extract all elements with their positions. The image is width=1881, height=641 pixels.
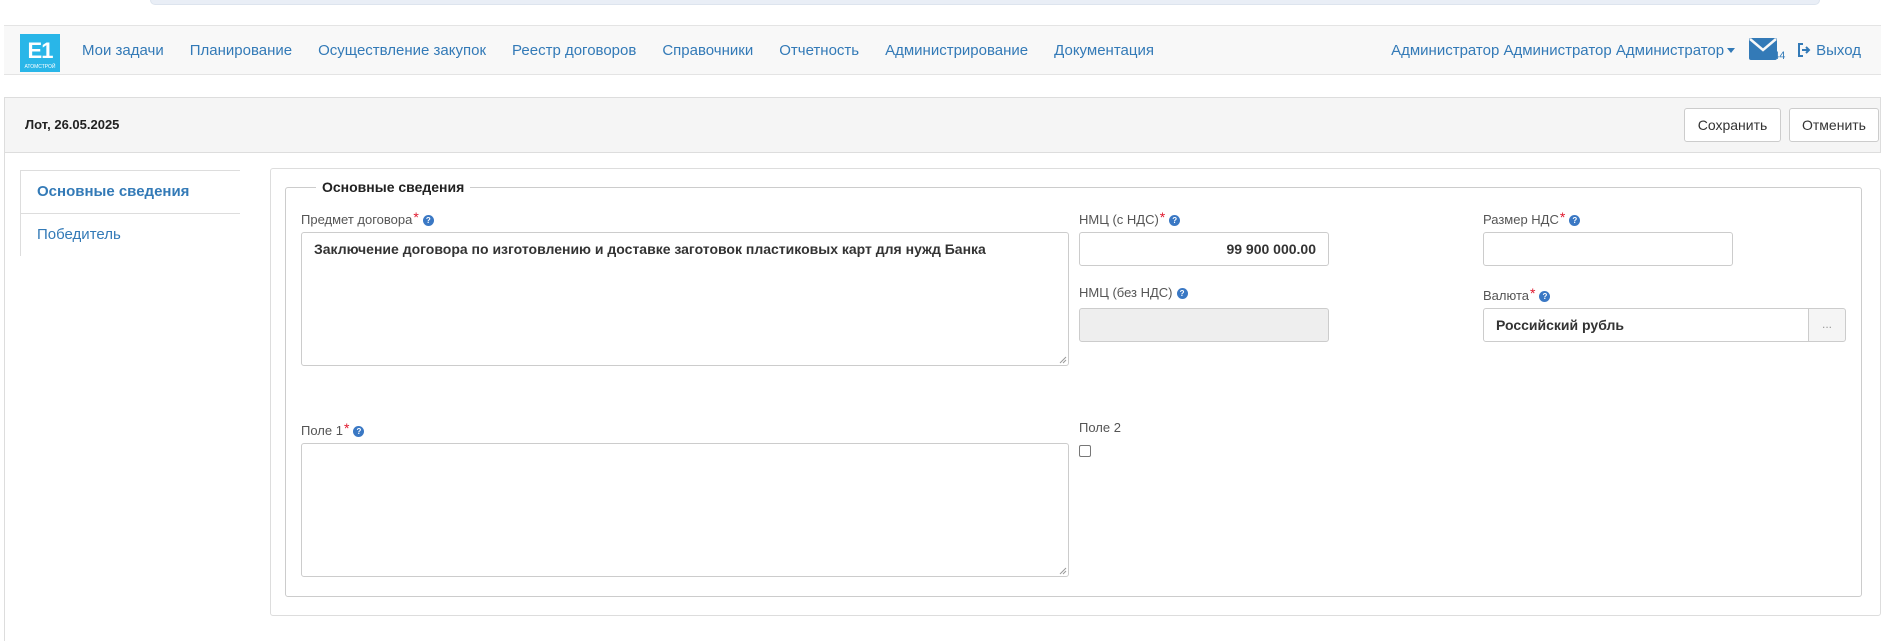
nmc-novat-input[interactable]	[1079, 308, 1329, 342]
required-asterisk: *	[1159, 209, 1166, 225]
save-button[interactable]: Сохранить	[1684, 108, 1781, 142]
nav-item-planning[interactable]: Планирование	[190, 42, 292, 59]
caret-down-icon	[1727, 48, 1736, 54]
tab-winner[interactable]: Победитель	[20, 214, 240, 256]
nav-item-documentation[interactable]: Документация	[1054, 42, 1154, 59]
nmc-vat-input[interactable]: 99 900 000.00	[1079, 232, 1329, 266]
user-name: Администратор Администратор Администрато…	[1391, 41, 1725, 59]
resize-handle-icon[interactable]	[1059, 356, 1067, 364]
vat-size-label: Размер НДС*?	[1483, 209, 1581, 227]
cancel-button[interactable]: Отменить	[1789, 108, 1879, 142]
field1-label-text: Поле 1	[301, 423, 343, 438]
required-asterisk: *	[1559, 209, 1566, 225]
nav-item-contract-registry[interactable]: Реестр договоров	[512, 42, 636, 59]
required-asterisk: *	[413, 209, 419, 225]
currency-label-text: Валюта	[1483, 288, 1529, 303]
help-icon[interactable]: ?	[1176, 288, 1188, 299]
main-menu: Мои задачи Планирование Осуществление за…	[82, 26, 1180, 74]
vat-size-input[interactable]	[1483, 232, 1733, 266]
nmc-novat-label-text: НМЦ (без НДС)	[1079, 285, 1173, 300]
required-asterisk: *	[343, 420, 350, 436]
help-icon[interactable]: ?	[1169, 215, 1181, 226]
required-asterisk: *	[1530, 285, 1536, 301]
subject-label: Предмет договора*?	[301, 209, 434, 227]
field1-textarea[interactable]	[301, 443, 1069, 577]
currency-select-button[interactable]: ...	[1808, 308, 1846, 342]
navbar: E1 АТОМСТРОЙ Мои задачи Планирование Осу…	[4, 25, 1881, 75]
field2-label: Поле 2	[1079, 420, 1121, 435]
main-info-fieldset: Основные сведения Предмет договора*? Зак…	[285, 179, 1862, 597]
page-header: Лот, 26.05.2025 Сохранить Отменить	[4, 97, 1881, 153]
nav-item-my-tasks[interactable]: Мои задачи	[82, 42, 164, 59]
section-tabs: Основные сведения Победитель	[20, 170, 240, 256]
vat-size-label-text: Размер НДС	[1483, 212, 1559, 227]
field1-label: Поле 1*?	[301, 420, 365, 438]
logo-text: E1	[27, 38, 54, 63]
logout-label: Выход	[1816, 41, 1861, 59]
logout-icon	[1798, 43, 1811, 57]
mail-button[interactable]: 44	[1749, 36, 1786, 64]
nmc-novat-label: НМЦ (без НДС)?	[1079, 285, 1188, 300]
logo-subtext: АТОМСТРОЙ	[24, 64, 56, 70]
content-panel: Основные сведения Предмет договора*? Зак…	[270, 168, 1881, 616]
help-icon[interactable]: ?	[1539, 291, 1551, 302]
user-menu[interactable]: Администратор Администратор Администрато…	[1391, 41, 1736, 59]
logout-link[interactable]: Выход	[1797, 42, 1861, 59]
nav-item-reports[interactable]: Отчетность	[779, 42, 859, 59]
subject-label-text: Предмет договора	[301, 212, 413, 227]
nmc-vat-label-text: НМЦ (с НДС)	[1079, 212, 1159, 227]
help-icon[interactable]: ?	[1569, 215, 1581, 226]
currency-input[interactable]: Российский рубль	[1483, 308, 1809, 342]
field2-checkbox[interactable]	[1079, 445, 1091, 457]
nav-item-procurement[interactable]: Осуществление закупок	[318, 42, 486, 59]
help-icon[interactable]: ?	[353, 426, 365, 437]
mail-count-badge: 44	[1773, 50, 1786, 62]
app-logo[interactable]: E1 АТОМСТРОЙ	[20, 34, 60, 72]
nav-item-references[interactable]: Справочники	[662, 42, 753, 59]
help-icon[interactable]: ?	[422, 215, 434, 226]
top-strip-bar	[150, 0, 1820, 5]
navbar-right: Администратор Администратор Администрато…	[1391, 26, 1861, 74]
tab-main-info[interactable]: Основные сведения	[20, 170, 240, 214]
subject-value: Заключение договора по изготовлению и до…	[314, 241, 986, 257]
page-title: Лот, 26.05.2025	[25, 117, 120, 132]
subject-textarea[interactable]: Заключение договора по изготовлению и до…	[301, 232, 1069, 366]
top-strip	[0, 0, 1881, 12]
currency-label: Валюта*?	[1483, 285, 1551, 303]
nav-item-administration[interactable]: Администрирование	[885, 42, 1028, 59]
nmc-vat-label: НМЦ (с НДС)*?	[1079, 209, 1181, 227]
left-border	[4, 153, 5, 641]
resize-handle-icon[interactable]	[1059, 567, 1067, 575]
fieldset-legend: Основные сведения	[322, 179, 465, 195]
